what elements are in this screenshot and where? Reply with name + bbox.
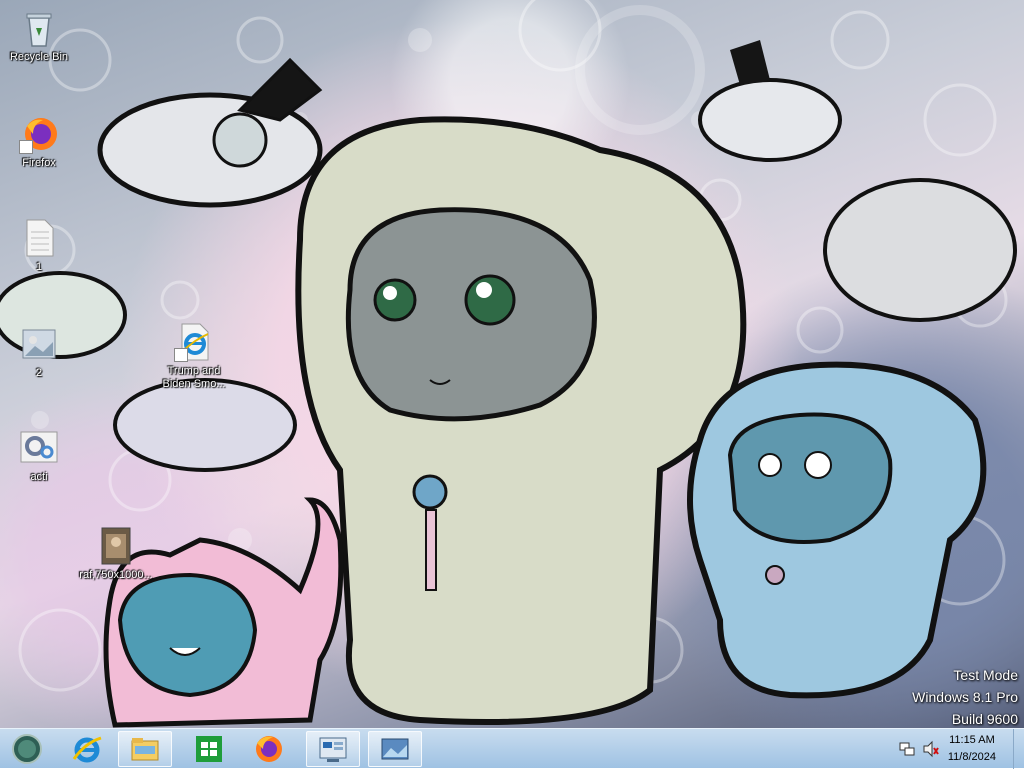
- desktop-icon-raf-image[interactable]: raf,750x1000...: [78, 526, 154, 582]
- windows-store-icon: [196, 736, 222, 762]
- taskbar-file-explorer[interactable]: [118, 731, 172, 767]
- network-icon[interactable]: [898, 740, 916, 758]
- desktop-icon-label: raf,750x1000...: [79, 569, 153, 581]
- desktop-icon-file-2[interactable]: 2: [1, 324, 77, 380]
- taskbar-control-panel[interactable]: [306, 731, 360, 767]
- image-thumbnail-icon: [96, 526, 136, 566]
- start-button[interactable]: [0, 731, 54, 767]
- desktop-icon-label: acti: [30, 471, 48, 483]
- firefox-icon: [19, 114, 59, 154]
- internet-explorer-icon: [72, 736, 102, 763]
- desktop-icon-label: Recycle Bin: [9, 51, 69, 63]
- show-desktop-button[interactable]: [1013, 729, 1024, 769]
- control-panel-icon: [319, 737, 347, 762]
- recycle-bin-icon: [19, 8, 59, 48]
- desktop-icon-file-1[interactable]: 1: [1, 218, 77, 274]
- clock-date: 11/8/2024: [947, 751, 996, 763]
- taskbar-photos[interactable]: [368, 731, 422, 767]
- watermark-line: Test Mode: [953, 667, 1018, 683]
- shortcut-arrow-icon: [19, 140, 33, 154]
- folder-icon: [131, 738, 159, 761]
- desktop-background[interactable]: Recycle Bin Firefox 1 2 Trump and Biden …: [0, 0, 1024, 728]
- desktop-icon-label: 1: [35, 261, 43, 273]
- shortcut-arrow-icon: [174, 348, 188, 362]
- desktop-icon-recycle-bin[interactable]: Recycle Bin: [1, 8, 77, 64]
- wallpaper-character-blue: [687, 361, 987, 699]
- watermark-line: Windows 8.1 Pro: [912, 689, 1018, 705]
- wallpaper: [0, 0, 1017, 728]
- picture-viewer-icon: [381, 738, 409, 760]
- test-mode-watermark: Test Mode Windows 8.1 Pro Build 9600: [912, 664, 1018, 728]
- document-icon: [19, 218, 59, 258]
- desktop-icon-acti[interactable]: acti: [1, 428, 77, 484]
- taskbar: 11:15 AM 11/8/2024: [0, 728, 1024, 769]
- volume-muted-icon[interactable]: [922, 740, 940, 758]
- settings-file-icon: [19, 428, 59, 468]
- desktop-icon-label: Firefox: [22, 157, 56, 169]
- firefox-icon: [256, 736, 282, 762]
- internet-explorer-file-icon: [174, 322, 214, 362]
- desktop-icon-firefox[interactable]: Firefox: [1, 114, 77, 170]
- desktop-icon-label: 2: [35, 367, 43, 379]
- windows-start-icon: [12, 734, 42, 764]
- desktop-icon-trump-biden[interactable]: Trump and Biden Smo...: [156, 322, 232, 391]
- taskbar-internet-explorer[interactable]: [60, 731, 114, 767]
- desktop-icon-label: Trump and Biden Smo...: [162, 365, 226, 390]
- image-file-icon: [19, 324, 59, 364]
- taskbar-store[interactable]: [182, 731, 236, 767]
- watermark-line: Build 9600: [951, 711, 1018, 727]
- taskbar-clock[interactable]: 11:15 AM 11/8/2024: [948, 732, 996, 766]
- taskbar-firefox[interactable]: [242, 731, 296, 767]
- clock-time: 11:15 AM: [949, 734, 995, 746]
